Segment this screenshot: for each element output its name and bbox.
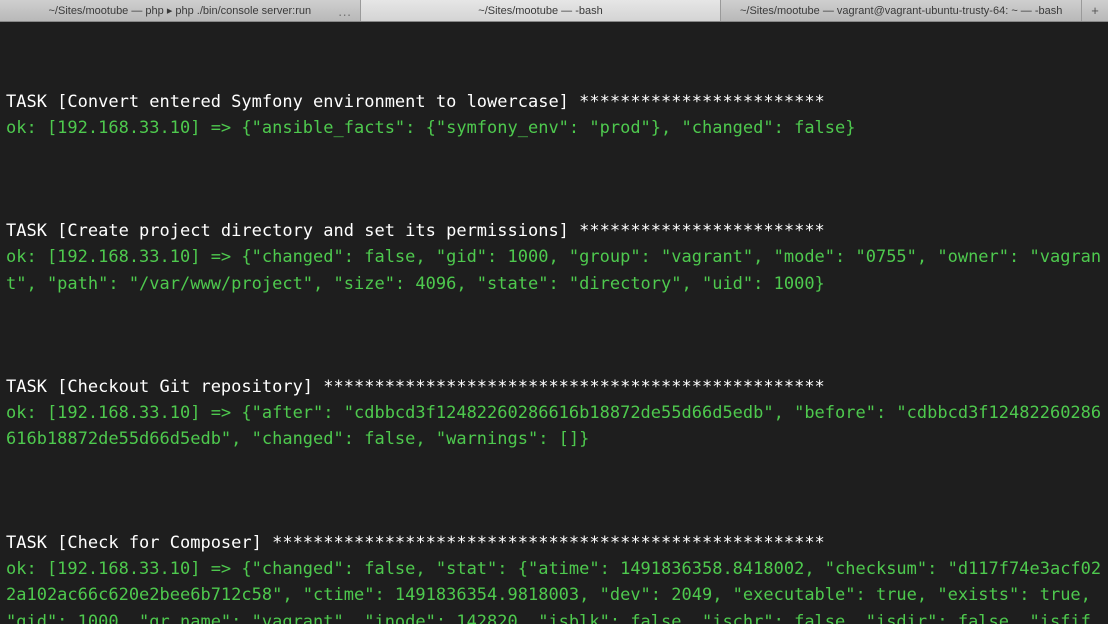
task-block: TASK [Convert entered Symfony environmen… [6,89,1102,142]
tab-bar: ~/Sites/mootube — php ▸ php ./bin/consol… [0,0,1108,22]
tab-label: ~/Sites/mootube — -bash [478,5,602,17]
task-block: TASK [Check for Composer] **************… [6,530,1102,624]
tab-php-server[interactable]: ~/Sites/mootube — php ▸ php ./bin/consol… [0,0,361,21]
terminal-output[interactable]: TASK [Convert entered Symfony environmen… [0,22,1108,624]
task-header: TASK [Create project directory and set i… [6,221,825,241]
task-header: TASK [Checkout Git repository] *********… [6,377,825,397]
plus-icon: + [1091,3,1099,18]
tab-label: ~/Sites/mootube — vagrant@vagrant-ubuntu… [740,5,1062,17]
task-header: TASK [Check for Composer] **************… [6,533,825,553]
tab-bash-vagrant[interactable]: ~/Sites/mootube — vagrant@vagrant-ubuntu… [721,0,1082,21]
new-tab-button[interactable]: + [1082,0,1108,21]
tab-bash-local[interactable]: ~/Sites/mootube — -bash [361,0,722,21]
task-body: ok: [192.168.33.10] => {"changed": false… [6,559,1101,624]
task-body: ok: [192.168.33.10] => {"ansible_facts":… [6,118,856,138]
tab-overflow-icon[interactable]: … [338,4,352,18]
task-block: TASK [Create project directory and set i… [6,218,1102,297]
task-body: ok: [192.168.33.10] => {"after": "cdbbcd… [6,403,1101,449]
task-header: TASK [Convert entered Symfony environmen… [6,92,825,112]
tab-label: ~/Sites/mootube — php ▸ php ./bin/consol… [49,4,312,17]
task-body: ok: [192.168.33.10] => {"changed": false… [6,247,1101,293]
task-block: TASK [Checkout Git repository] *********… [6,374,1102,453]
